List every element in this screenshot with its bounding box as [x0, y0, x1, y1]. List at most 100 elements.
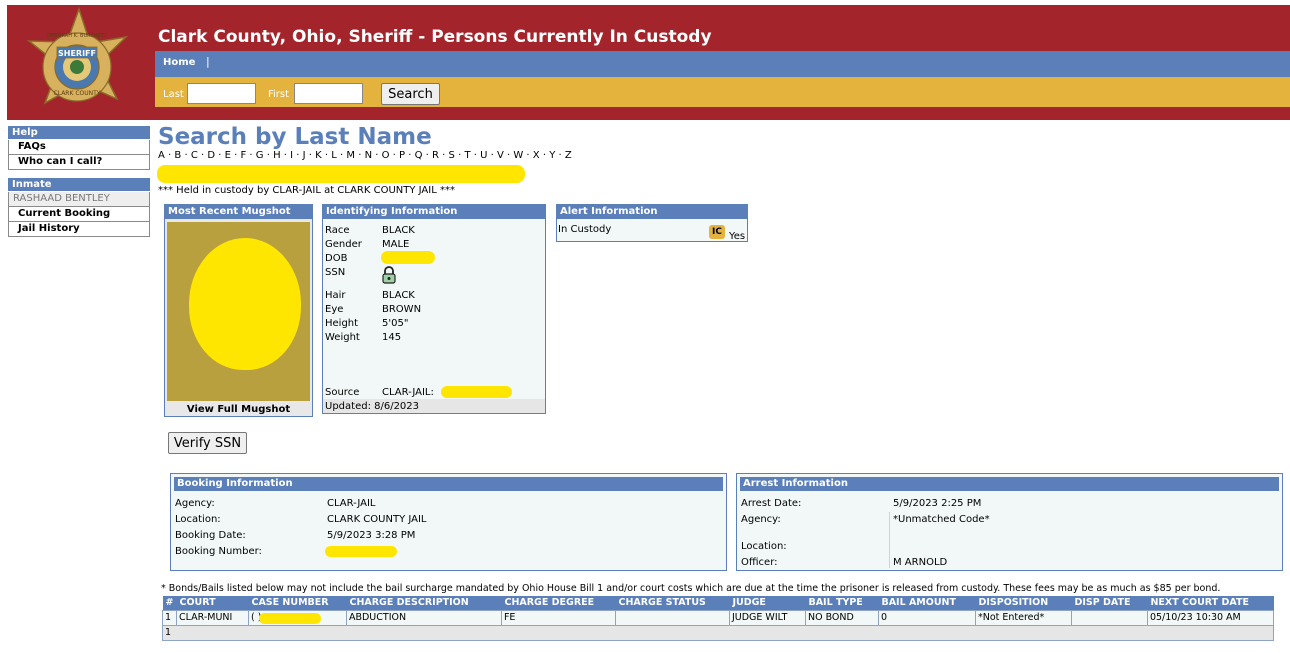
mugshot-heading: Most Recent Mugshot [165, 205, 312, 219]
letter-link-w[interactable]: W [513, 150, 523, 161]
table-cell: *Not Entered* [974, 609, 1072, 626]
source-label: Source [325, 387, 360, 398]
redaction-mark [325, 546, 397, 557]
column-header: JUDGE [729, 596, 806, 610]
letter-separator: · [523, 150, 533, 161]
updated-strip: Updated: 8/6/2023 [323, 399, 545, 413]
column-header: CHARGE STATUS [615, 596, 730, 610]
table-cell: NO BOND [804, 609, 879, 626]
eye-value: BROWN [382, 304, 422, 315]
column-header: DISP DATE [1071, 596, 1148, 610]
column-header: CASE NUMBER [248, 596, 347, 610]
nav-home-link[interactable]: Home [163, 57, 195, 68]
letter-link-x[interactable]: X [533, 150, 540, 161]
letter-separator: · [389, 150, 400, 161]
arrest-officer-label: Officer: [741, 557, 778, 568]
race-value: BLACK [382, 225, 415, 236]
in-custody-value: Yes [729, 231, 746, 242]
svg-text:DEBORAH K. BURCHETT: DEBORAH K. BURCHETT [47, 33, 107, 39]
in-custody-badge-icon: IC [709, 225, 725, 239]
site-title: Clark County, Ohio, Sheriff - Persons Cu… [158, 27, 712, 47]
letter-separator: · [372, 150, 382, 161]
table-cell [614, 609, 730, 626]
sidebar-item-jail-history[interactable]: Jail History [8, 222, 150, 237]
letter-link-z[interactable]: Z [565, 150, 572, 161]
booking-number-label: Booking Number: [175, 546, 262, 557]
letter-separator: · [197, 150, 208, 161]
letter-separator: · [438, 150, 449, 161]
weight-value: 145 [382, 332, 402, 343]
letter-link-n[interactable]: N [365, 150, 372, 161]
identifying-heading: Identifying Information [323, 205, 545, 219]
table-cell: JUDGE WILT [728, 609, 806, 626]
letter-link-h[interactable]: H [273, 150, 281, 161]
hair-value: BLACK [382, 290, 415, 301]
in-custody-label: In Custody [558, 224, 612, 235]
booking-location-label: Location: [175, 514, 221, 525]
hair-label: Hair [325, 290, 346, 301]
svg-text:CLARK COUNTY: CLARK COUNTY [54, 90, 101, 97]
last-name-input[interactable] [187, 83, 256, 104]
alphabet-index: A · B · C · D · E · F · G · H · I · J · … [158, 150, 572, 161]
bond-disclaimer: * Bonds/Bails listed below may not inclu… [161, 583, 1221, 594]
booking-agency-value: CLAR-JAIL [327, 498, 376, 509]
first-name-input[interactable] [294, 83, 363, 104]
column-header: NEXT COURT DATE [1147, 596, 1274, 610]
eye-label: Eye [325, 304, 344, 315]
mugshot-image[interactable] [167, 222, 310, 401]
view-full-mugshot-link[interactable]: View Full Mugshot [165, 404, 312, 415]
sidebar-item-who-can-i-call[interactable]: Who can I call? [8, 155, 150, 170]
arrest-officer-value: M ARNOLD [893, 557, 948, 568]
table-header-row: # COURT CASE NUMBER CHARGE DESCRIPTION C… [162, 596, 1274, 610]
booking-date-label: Booking Date: [175, 530, 246, 541]
alert-info-panel: Alert Information In Custody IC Yes [556, 204, 748, 242]
booking-heading: Booking Information [174, 477, 723, 491]
letter-separator: · [355, 150, 365, 161]
verify-ssn-button[interactable]: Verify SSN [168, 432, 247, 454]
table-cell: ABDUCTION [345, 609, 502, 626]
dob-label: DOB [325, 253, 348, 264]
letter-separator: · [263, 150, 274, 161]
arrest-agency-label: Agency: [741, 514, 781, 525]
column-header: BAIL TYPE [805, 596, 879, 610]
table-cell: FE [500, 609, 616, 626]
nav-separator: | [206, 55, 210, 68]
letter-link-c[interactable]: C [191, 150, 198, 161]
column-divider [889, 512, 890, 568]
letter-link-a[interactable]: A [158, 150, 165, 161]
booking-info-panel: Booking Information Agency: CLAR-JAIL Lo… [170, 473, 727, 571]
column-header: DISPOSITION [975, 596, 1072, 610]
column-header: COURT [176, 596, 249, 610]
first-name-label: First [268, 89, 290, 100]
mugshot-panel: Most Recent Mugshot View Full Mugshot [164, 204, 313, 417]
table-cell: 1 [162, 609, 177, 626]
letter-separator: · [215, 150, 225, 161]
booking-location-value: CLARK COUNTY JAIL [327, 514, 427, 525]
redaction-mark [189, 238, 301, 370]
ssn-label: SSN [325, 267, 346, 278]
letter-link-m[interactable]: M [346, 150, 355, 161]
letter-separator: · [422, 150, 433, 161]
letter-link-v[interactable]: V [497, 150, 504, 161]
redaction-mark [381, 251, 435, 264]
search-button[interactable]: Search [381, 83, 440, 105]
letter-separator: · [246, 150, 256, 161]
column-header: CHARGE DESCRIPTION [346, 596, 502, 610]
letter-link-g[interactable]: G [256, 150, 264, 161]
sidebar-item-current-booking[interactable]: Current Booking [8, 207, 150, 222]
letter-link-r[interactable]: R [432, 150, 439, 161]
sidebar-item-faqs[interactable]: FAQs [8, 140, 150, 155]
letter-separator: · [503, 150, 514, 161]
site-header: SHERIFF DEBORAH K. BURCHETT CLARK COUNTY… [7, 5, 1290, 120]
table-cell: 0 [877, 609, 976, 626]
arrest-location-label: Location: [741, 541, 787, 552]
redaction-mark [441, 386, 512, 398]
letter-link-d[interactable]: D [207, 150, 215, 161]
letter-separator: · [305, 150, 316, 161]
last-name-label: Last [163, 89, 184, 100]
booking-date-value: 5/9/2023 3:28 PM [327, 530, 416, 541]
height-label: Height [325, 318, 359, 329]
table-row: 1 CLAR-MUNI ( ) ABDUCTION FE JUDGE WILT … [162, 609, 1275, 626]
table-cell: ( ) [247, 609, 347, 626]
gender-label: Gender [325, 239, 362, 250]
